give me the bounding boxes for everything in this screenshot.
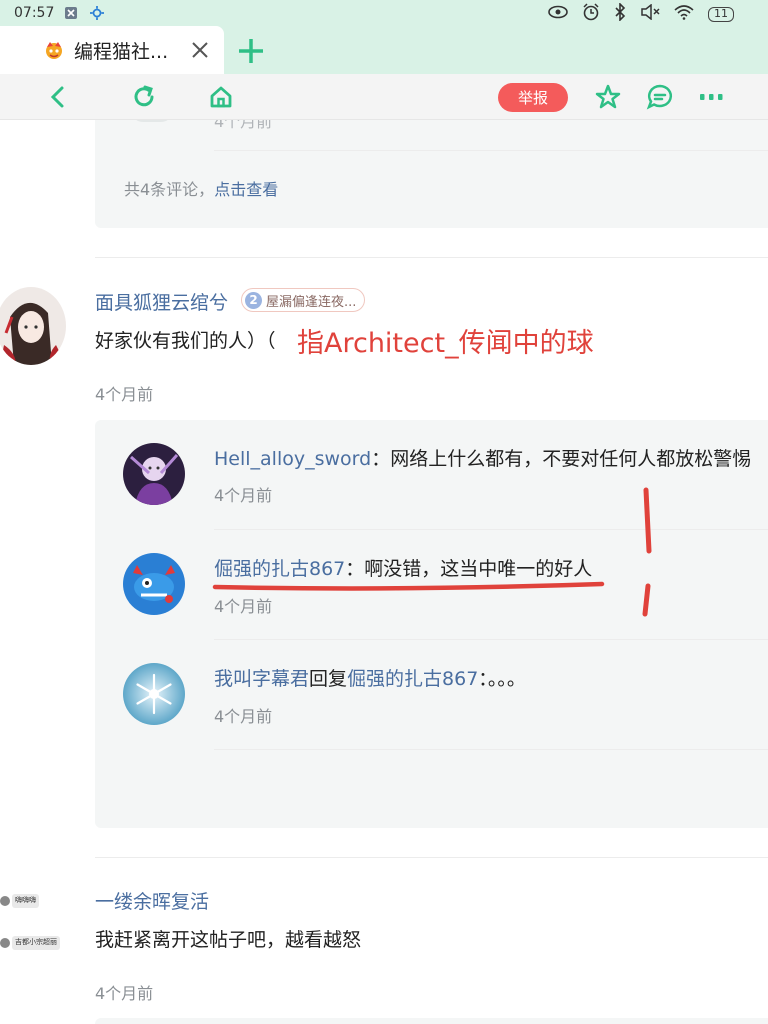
- comment-feed: 4个月前 共4条评论，点击查看 面具狐狸云绾兮 2 屋漏偏逢连夜... 好家伙有…: [0, 120, 768, 1024]
- comment-username[interactable]: 一缕余晖复活: [95, 887, 209, 914]
- report-button[interactable]: 举报: [498, 83, 568, 112]
- comment-text: 我赶紧离开这帖子吧，越看越怒: [95, 929, 362, 951]
- wifi-icon: [674, 4, 694, 24]
- back-icon[interactable]: [44, 83, 72, 111]
- exclamation-dot-mark: [642, 583, 651, 617]
- alarm-icon: [582, 3, 600, 25]
- status-bar: 07:57 11: [0, 0, 768, 26]
- star-icon[interactable]: [594, 83, 622, 111]
- tab-title: 编程猫社...: [74, 40, 169, 63]
- browser-toolbar: 举报: [0, 74, 768, 120]
- new-tab-icon[interactable]: [236, 36, 266, 66]
- status-time: 07:57: [14, 5, 55, 21]
- tab-codemao[interactable]: 编程猫社...: [0, 26, 224, 74]
- underline-mark: [212, 581, 605, 591]
- side-label: 吉都小宗超丽: [12, 936, 60, 950]
- settings-icon: [90, 6, 105, 20]
- more-icon[interactable]: [698, 83, 726, 111]
- comment-time: 4个月前: [95, 984, 154, 1003]
- reply-box: [95, 1018, 768, 1024]
- home-icon[interactable]: [207, 83, 235, 111]
- avatar: [0, 896, 10, 906]
- comment-icon[interactable]: [646, 83, 674, 111]
- battery-indicator: 11: [708, 6, 734, 22]
- tab-bar: 编程猫社...: [0, 26, 768, 74]
- side-label: 嗨嗨嗨: [12, 894, 39, 908]
- mute-icon: [640, 3, 660, 24]
- close-icon[interactable]: [188, 38, 212, 62]
- exclamation-line-mark: [643, 487, 652, 554]
- bluetooth-icon: [614, 2, 626, 25]
- eye-icon: [548, 5, 568, 23]
- sim-icon: [64, 6, 78, 20]
- status-icons: 11: [548, 2, 734, 25]
- avatar: [0, 938, 10, 948]
- comment-divider: [95, 857, 768, 858]
- refresh-icon[interactable]: [130, 83, 158, 111]
- codemao-logo-icon: [44, 40, 64, 60]
